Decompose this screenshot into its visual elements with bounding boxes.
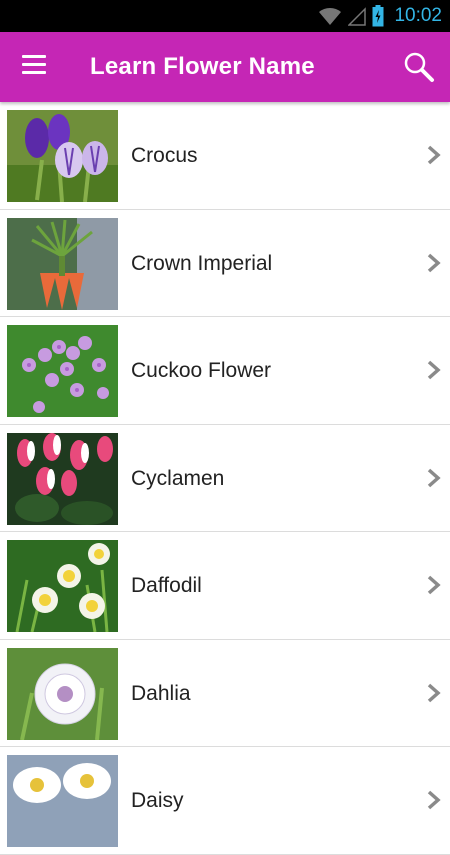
list-item-daffodil[interactable]: Daffodil	[0, 532, 450, 640]
flower-name: Cyclamen	[131, 466, 225, 490]
search-icon	[404, 52, 434, 82]
hamburger-icon-line	[22, 63, 46, 66]
wifi-icon	[319, 7, 342, 26]
menu-button[interactable]	[20, 55, 48, 79]
battery-icon	[372, 5, 384, 27]
chevron-right-icon	[427, 683, 441, 702]
flower-name: Crocus	[131, 144, 198, 167]
chevron-right-icon	[427, 360, 441, 380]
flower-name: Daisy	[131, 789, 184, 812]
clock: 10:02	[394, 5, 442, 26]
flower-thumbnail	[7, 217, 118, 310]
chevron-right-icon	[427, 145, 441, 165]
status-bar: 10:02	[0, 0, 450, 32]
chevron-right-icon	[427, 253, 441, 272]
flower-thumbnail	[7, 755, 118, 847]
flower-thumbnail	[7, 540, 118, 632]
chevron-right-icon	[427, 790, 441, 810]
app-title: Learn Flower Name	[90, 53, 315, 80]
list-item-crocus[interactable]: Crocus	[0, 102, 450, 210]
list-item-cyclamen[interactable]: Cyclamen	[0, 425, 450, 532]
flower-thumbnail	[7, 647, 118, 740]
flower-name: Crown Imperial	[131, 251, 273, 275]
list-item-daisy[interactable]: Daisy	[0, 747, 450, 855]
status-icons: 10:02	[318, 0, 442, 32]
hamburger-icon-line	[22, 71, 46, 74]
flower-thumbnail	[7, 325, 118, 417]
list-item-crown-imperial[interactable]: Crown Imperial	[0, 210, 450, 317]
flower-thumbnail	[7, 432, 118, 525]
list-item-cuckoo-flower[interactable]: Cuckoo Flower	[0, 317, 450, 425]
signal-icon	[348, 7, 367, 26]
flower-name: Daffodil	[131, 574, 202, 597]
flower-list: Crocus Crown Imperial Cuckoo Flower Cycl…	[0, 102, 450, 855]
hamburger-icon-line	[22, 55, 46, 58]
flower-thumbnail	[7, 110, 118, 202]
list-item-dahlia[interactable]: Dahlia	[0, 640, 450, 747]
search-button[interactable]	[402, 50, 436, 84]
chevron-right-icon	[427, 575, 441, 595]
chevron-right-icon	[427, 468, 441, 487]
flower-name: Dahlia	[131, 681, 191, 705]
flower-name: Cuckoo Flower	[131, 359, 272, 382]
app-bar: Learn Flower Name	[0, 32, 450, 102]
